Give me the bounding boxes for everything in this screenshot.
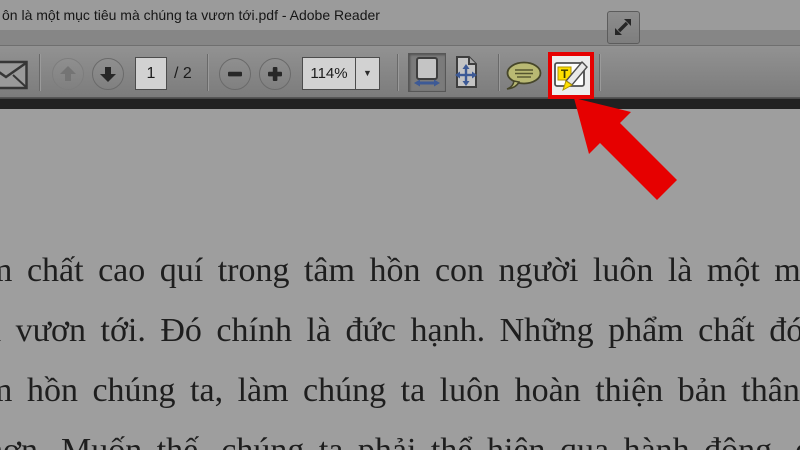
fullscreen-button[interactable] xyxy=(607,11,640,44)
menu-bar xyxy=(0,30,800,46)
next-page-button[interactable] xyxy=(92,58,124,90)
next-page-icon xyxy=(100,67,116,82)
document-text-line: a vươn tới. Đó chính là đức hạnh. Những … xyxy=(0,312,800,349)
highlight-annotation-box: T xyxy=(548,52,594,99)
previous-page-button[interactable] xyxy=(52,58,84,90)
zoom-level-value: 114% xyxy=(310,65,348,82)
zoom-in-icon xyxy=(268,67,282,81)
toolbar-separator xyxy=(599,54,600,91)
highlight-text-button[interactable]: T xyxy=(553,57,589,94)
previous-page-icon xyxy=(60,66,76,81)
document-text-line: hơn. Muốn thế, chúng ta phải thể hiện qu… xyxy=(0,431,800,450)
toolbar-separator xyxy=(39,54,40,91)
zoom-out-icon xyxy=(228,71,242,77)
fit-width-button[interactable] xyxy=(408,53,446,92)
email-icon xyxy=(0,60,28,90)
chevron-down-icon: ▼ xyxy=(363,68,372,78)
highlight-text-icon: T xyxy=(554,60,588,92)
toolbar-separator xyxy=(207,54,208,91)
toolbar-separator xyxy=(498,54,499,91)
page-number-input[interactable]: 1 xyxy=(135,57,167,90)
window-title: ôn là một mục tiêu mà chúng ta vươn tới.… xyxy=(2,7,380,23)
email-button[interactable] xyxy=(0,60,28,95)
title-bar: ôn là một mục tiêu mà chúng ta vươn tới.… xyxy=(0,0,800,30)
adobe-reader-window: { "window": { "title": "ôn là một mục ti… xyxy=(0,0,800,450)
zoom-dropdown-button[interactable]: ▼ xyxy=(355,57,380,90)
fit-page-button[interactable] xyxy=(452,55,482,91)
page-total-label: / 2 xyxy=(174,65,192,82)
fullscreen-icon xyxy=(615,19,631,35)
comment-button[interactable] xyxy=(505,61,543,91)
comment-icon xyxy=(506,61,542,90)
document-text-line: m hồn chúng ta, làm chúng ta luôn hoàn t… xyxy=(0,372,800,409)
toolbar-separator xyxy=(397,54,398,91)
zoom-in-button[interactable] xyxy=(259,58,291,90)
zoom-level-input[interactable]: 114% xyxy=(302,57,356,90)
zoom-out-button[interactable] xyxy=(219,58,251,90)
fit-width-icon xyxy=(414,57,440,87)
page-number-value: 1 xyxy=(146,65,156,82)
fit-page-icon xyxy=(455,56,477,88)
toolbar: 1 / 2 114% ▼ xyxy=(0,46,800,98)
red-pointer-arrow xyxy=(574,98,677,200)
document-text-line: m chất cao quí trong tâm hồn con người l… xyxy=(0,252,800,289)
